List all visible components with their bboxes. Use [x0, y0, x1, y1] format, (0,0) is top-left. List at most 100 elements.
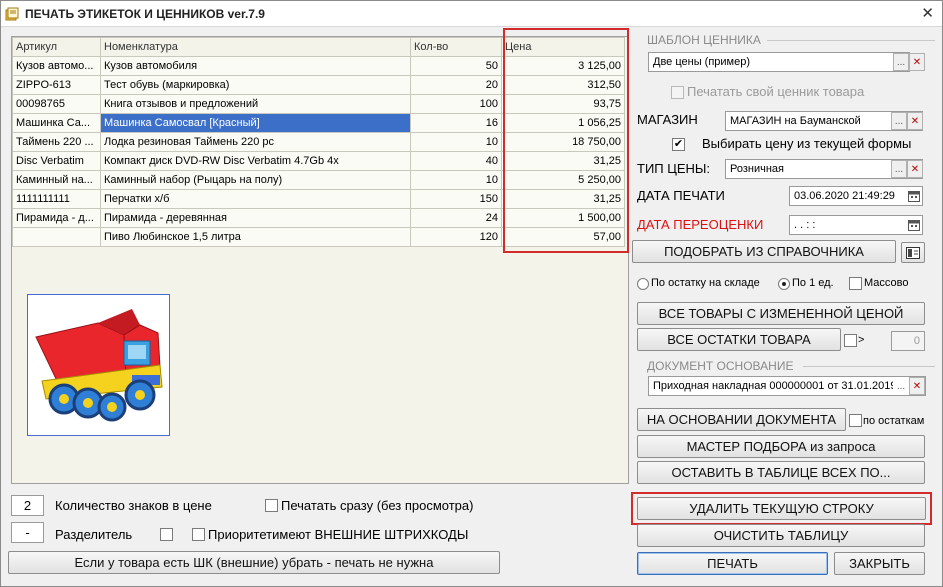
cell-qty: 150: [410, 189, 502, 209]
title-bar: ПЕЧАТЬ ЭТИКЕТОК И ЦЕННИКОВ ver.7.9 ✕: [1, 1, 942, 27]
cell-name: Лодка резиновая Таймень 220 рс: [100, 132, 411, 152]
per-unit-label: По 1 ед.: [792, 277, 834, 289]
clear-table-button[interactable]: ОЧИСТИТЬ ТАБЛИЦУ: [637, 524, 925, 547]
leave-all-button[interactable]: ОСТАВИТЬ В ТАБЛИЦЕ ВСЕХ ПО...: [637, 461, 925, 484]
close-window-icon[interactable]: ✕: [921, 4, 934, 22]
cell-article: 1111111111: [12, 189, 101, 209]
dump-truck-image: [35, 309, 163, 422]
window-title: ПЕЧАТЬ ЭТИКЕТОК И ЦЕННИКОВ ver.7.9: [25, 7, 265, 21]
cell-article: ZIPPO-613: [12, 75, 101, 95]
main-window: ПЕЧАТЬ ЭТИКЕТОК И ЦЕННИКОВ ver.7.9 ✕ Арт…: [0, 0, 943, 587]
choose-price-checkbox[interactable]: ✔: [672, 138, 685, 151]
separator-label: Разделитель: [55, 527, 133, 542]
store-clear-icon[interactable]: ✕: [907, 112, 923, 130]
table-row[interactable]: Пирамида - д... Пирамида - деревянная 24 1 …: [12, 208, 625, 228]
all-stock-button[interactable]: ВСЕ ОСТАТКИ ТОВАРА: [637, 328, 841, 351]
revaluation-date-label: ДАТА ПЕРЕОЦЕНКИ: [637, 217, 764, 232]
stock-greater-field[interactable]: 0: [891, 331, 925, 351]
col-header-article[interactable]: Артикул: [12, 37, 101, 57]
template-field[interactable]: Две цены (пример): [648, 52, 910, 72]
table-row[interactable]: 00098765 Книга отзывов и предложений 100 93…: [12, 94, 625, 114]
cell-qty: 100: [410, 94, 502, 114]
table-row[interactable]: 1111111111 Перчатки х/б 150 31,25: [12, 189, 625, 209]
cell-article: Каминный на...: [12, 170, 101, 190]
by-stock-label: По остатку на складе: [651, 277, 760, 289]
col-header-name[interactable]: Номенклатура: [100, 37, 411, 57]
print-now-checkbox[interactable]: [265, 499, 278, 512]
cell-article: [12, 227, 101, 247]
delete-row-button[interactable]: УДАЛИТЬ ТЕКУЩУЮ СТРОКУ: [637, 497, 926, 520]
on-document-button[interactable]: НА ОСНОВАНИИ ДОКУМЕНТА: [637, 408, 846, 431]
remove-barcode-button[interactable]: Если у товара есть ШК (внешние) убрать -…: [8, 551, 500, 574]
items-table[interactable]: Артикул Номенклатура Кол-во Цена Кузов а…: [12, 37, 625, 247]
print-date-label: ДАТА ПЕЧАТИ: [637, 188, 725, 203]
cell-price: 57,00: [501, 227, 625, 247]
document-field[interactable]: Приходная накладная 000000001 от 31.01.2…: [648, 376, 926, 396]
cell-qty: 120: [410, 227, 502, 247]
separator-field[interactable]: -: [11, 522, 44, 543]
external-barcodes-checkbox[interactable]: [192, 528, 205, 541]
table-row[interactable]: Кузов автомо... Кузов автомобиля 50 3 125,0…: [12, 56, 625, 76]
from-catalog-button[interactable]: ПОДОБРАТЬ ИЗ СПРАВОЧНИКА: [632, 240, 896, 263]
query-master-button[interactable]: МАСТЕР ПОДБОРА из запроса: [637, 435, 925, 458]
cell-article: 00098765: [12, 94, 101, 114]
cell-name: Тест обувь (маркировка): [100, 75, 411, 95]
col-header-price[interactable]: Цена: [501, 37, 625, 57]
print-date-calendar-icon[interactable]: [908, 190, 920, 202]
document-clear-icon[interactable]: ✕: [909, 377, 925, 395]
cell-qty: 24: [410, 208, 502, 228]
cell-price: 1 056,25: [501, 113, 625, 133]
own-template-checkbox[interactable]: [671, 86, 684, 99]
template-select-button[interactable]: ...: [893, 53, 909, 71]
by-stock-radio[interactable]: [637, 278, 649, 290]
changed-price-button[interactable]: ВСЕ ТОВАРЫ С ИЗМЕНЕННОЙ ЦЕНОЙ: [637, 302, 925, 325]
revaluation-date-field[interactable]: . . : :: [789, 215, 923, 235]
stock-greater-symbol: >: [858, 334, 865, 346]
price-digits-label: Количество знаков в цене: [55, 498, 212, 513]
table-row[interactable]: Disc Verbatim Компакт диск DVD-RW Disc Ve…: [12, 151, 625, 171]
price-type-select-button[interactable]: ...: [891, 160, 907, 178]
catalog-extra-button[interactable]: [901, 242, 925, 263]
table-row[interactable]: Пиво Любинское 1,5 литра 120 57,00: [12, 227, 625, 247]
cell-name: Компакт диск DVD-RW Disc Verbatim 4.7Gb …: [100, 151, 411, 171]
bulk-checkbox[interactable]: [849, 277, 862, 290]
table-row[interactable]: ZIPPO-613 Тест обувь (маркировка) 20 312,50: [12, 75, 625, 95]
stock-greater-checkbox[interactable]: [844, 334, 857, 347]
choose-price-label: Выбирать цену из текущей формы: [702, 136, 912, 151]
cell-name: Перчатки х/б: [100, 189, 411, 209]
cell-qty: 50: [410, 56, 502, 76]
cell-article: Таймень 220 ...: [12, 132, 101, 152]
price-type-clear-icon[interactable]: ✕: [907, 160, 923, 178]
cell-qty: 10: [410, 132, 502, 152]
cell-name: Пиво Любинское 1,5 литра: [100, 227, 411, 247]
price-digits-field[interactable]: 2: [11, 495, 44, 516]
cell-price: 5 250,00: [501, 170, 625, 190]
close-button[interactable]: ЗАКРЫТЬ: [834, 552, 925, 575]
document-select-button[interactable]: ...: [893, 377, 909, 395]
print-date-field[interactable]: 03.06.2020 21:49:29: [789, 186, 923, 206]
by-remains-checkbox[interactable]: [849, 414, 862, 427]
cell-name: Пирамида - деревянная: [100, 208, 411, 228]
cell-name: Машинка Самосвал [Красный]: [100, 113, 411, 133]
store-select-button[interactable]: ...: [891, 112, 907, 130]
cell-qty: 40: [410, 151, 502, 171]
template-clear-icon[interactable]: ✕: [909, 53, 925, 71]
template-group-line: [767, 40, 935, 41]
product-image: [27, 294, 170, 436]
table-row-selected[interactable]: Машинка Са... Машинка Самосвал [Красный] 1…: [12, 113, 625, 133]
table-icon: [906, 246, 920, 259]
col-header-qty[interactable]: Кол-во: [410, 37, 502, 57]
template-group-label: ШАБЛОН ЦЕННИКА: [647, 33, 761, 47]
cell-name: Кузов автомобиля: [100, 56, 411, 76]
cell-name: Книга отзывов и предложений: [100, 94, 411, 114]
store-label: МАГАЗИН: [637, 112, 698, 127]
print-button[interactable]: ПЕЧАТЬ: [637, 552, 828, 575]
table-row[interactable]: Каминный на... Каминный набор (Рыцарь на …: [12, 170, 625, 190]
separator-checkbox[interactable]: [160, 528, 173, 541]
cell-price: 93,75: [501, 94, 625, 114]
revaluation-date-calendar-icon[interactable]: [908, 219, 920, 231]
bulk-label: Массово: [864, 277, 909, 289]
table-row[interactable]: Таймень 220 ... Лодка резиновая Таймень 2…: [12, 132, 625, 152]
document-group-line: [803, 366, 935, 367]
per-unit-radio[interactable]: [778, 278, 790, 290]
